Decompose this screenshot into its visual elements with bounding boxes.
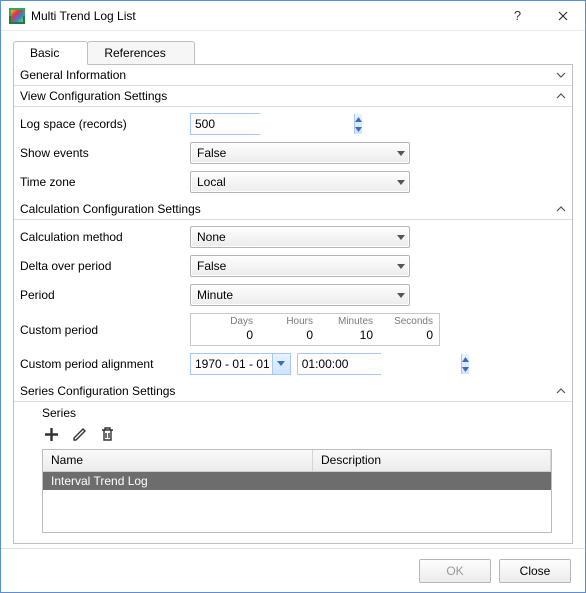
titlebar: Multi Trend Log List ? [1,1,585,31]
row-custom-period: Custom period Days 0 Hours 0 Minutes 10 [14,311,572,348]
table-row[interactable]: Interval Trend Log [43,472,551,490]
spin-up-button[interactable] [462,354,469,364]
series-toolbar [42,425,552,443]
ok-button[interactable]: OK [419,559,491,583]
days-label: Days [197,316,253,328]
align-date-picker[interactable]: 1970 - 01 - 01 [190,353,291,375]
section-general-title: General Information [20,68,126,82]
minutes-value[interactable]: 10 [360,328,373,342]
tab-references[interactable]: References [87,41,194,64]
section-series-title: Series Configuration Settings [20,384,175,398]
row-log-space: Log space (records) [14,111,572,137]
series-subtitle: Series [42,406,552,420]
tab-basic[interactable]: Basic [13,41,88,65]
log-space-spinbox[interactable] [190,113,260,135]
add-button[interactable] [42,425,60,443]
row-delta: Delta over period False [14,253,572,279]
hours-label: Hours [257,316,313,328]
tab-panel: General Information View Configuration S… [13,64,573,544]
seconds-value[interactable]: 0 [426,328,433,342]
section-calc-title: Calculation Configuration Settings [20,202,201,216]
chevron-down-icon [397,288,405,302]
app-icon [9,8,25,24]
chevron-down-icon [397,146,405,160]
section-view-header[interactable]: View Configuration Settings [14,86,572,107]
section-calc-header[interactable]: Calculation Configuration Settings [14,199,572,220]
seconds-label: Seconds [377,316,433,328]
calc-method-label: Calculation method [20,230,190,244]
series-grid: Name Description Interval Trend Log [42,449,552,533]
show-events-label: Show events [20,146,190,160]
help-button[interactable]: ? [495,1,540,31]
tab-strip: Basic References [13,41,573,64]
minutes-label: Minutes [317,316,373,328]
cell-name: Interval Trend Log [43,474,313,488]
pencil-icon [71,426,88,443]
section-view-body: Log space (records) Show events [14,107,572,199]
delta-label: Delta over period [20,259,190,273]
chevron-down-icon [397,230,405,244]
align-label: Custom period alignment [20,357,190,371]
time-zone-combo[interactable]: Local [190,171,410,193]
row-time-zone: Time zone Local [14,169,572,195]
date-dropdown-button[interactable] [272,354,290,374]
time-zone-label: Time zone [20,175,190,189]
delete-button[interactable] [98,425,116,443]
custom-period-box[interactable]: Days 0 Hours 0 Minutes 10 Seconds [190,313,440,346]
dialog-footer: OK Close [1,548,585,592]
section-series-body: Series Name Description [14,402,572,539]
row-show-events: Show events False [14,140,572,166]
window-title: Multi Trend Log List [31,9,136,23]
row-align: Custom period alignment 1970 - 01 - 01 [14,351,572,377]
days-value[interactable]: 0 [246,328,253,342]
spin-up-button[interactable] [355,114,362,124]
section-view-title: View Configuration Settings [20,89,167,103]
spin-down-button[interactable] [462,364,469,374]
log-space-label: Log space (records) [20,117,190,131]
close-icon [558,11,568,21]
period-label: Period [20,288,190,302]
col-name[interactable]: Name [43,450,313,471]
dialog-window: Multi Trend Log List ? Basic References … [0,0,586,593]
plus-icon [43,426,60,443]
delta-combo[interactable]: False [190,255,410,277]
show-events-combo[interactable]: False [190,142,410,164]
chevron-up-icon [556,91,566,101]
section-general-header[interactable]: General Information [14,65,572,86]
chevron-down-icon [397,175,405,189]
window-close-button[interactable] [540,1,585,31]
content-area: Basic References General Information Vie… [1,31,585,548]
chevron-down-icon [397,259,405,273]
edit-button[interactable] [70,425,88,443]
align-time-input[interactable] [298,354,461,374]
close-button[interactable]: Close [499,559,571,583]
custom-period-label: Custom period [20,323,190,337]
grid-body: Interval Trend Log [43,472,551,532]
col-description[interactable]: Description [313,450,551,471]
trash-icon [99,426,116,443]
chevron-up-icon [556,204,566,214]
section-calc-body: Calculation method None Delta over perio… [14,220,572,381]
spin-down-button[interactable] [355,124,362,134]
chevron-down-icon [556,70,566,80]
row-period: Period Minute [14,282,572,308]
grid-header: Name Description [43,450,551,472]
align-time-spinbox[interactable] [297,353,381,375]
calc-method-combo[interactable]: None [190,226,410,248]
period-combo[interactable]: Minute [190,284,410,306]
section-series-header[interactable]: Series Configuration Settings [14,381,572,402]
log-space-input[interactable] [191,114,354,134]
hours-value[interactable]: 0 [306,328,313,342]
chevron-up-icon [556,386,566,396]
row-calc-method: Calculation method None [14,224,572,250]
